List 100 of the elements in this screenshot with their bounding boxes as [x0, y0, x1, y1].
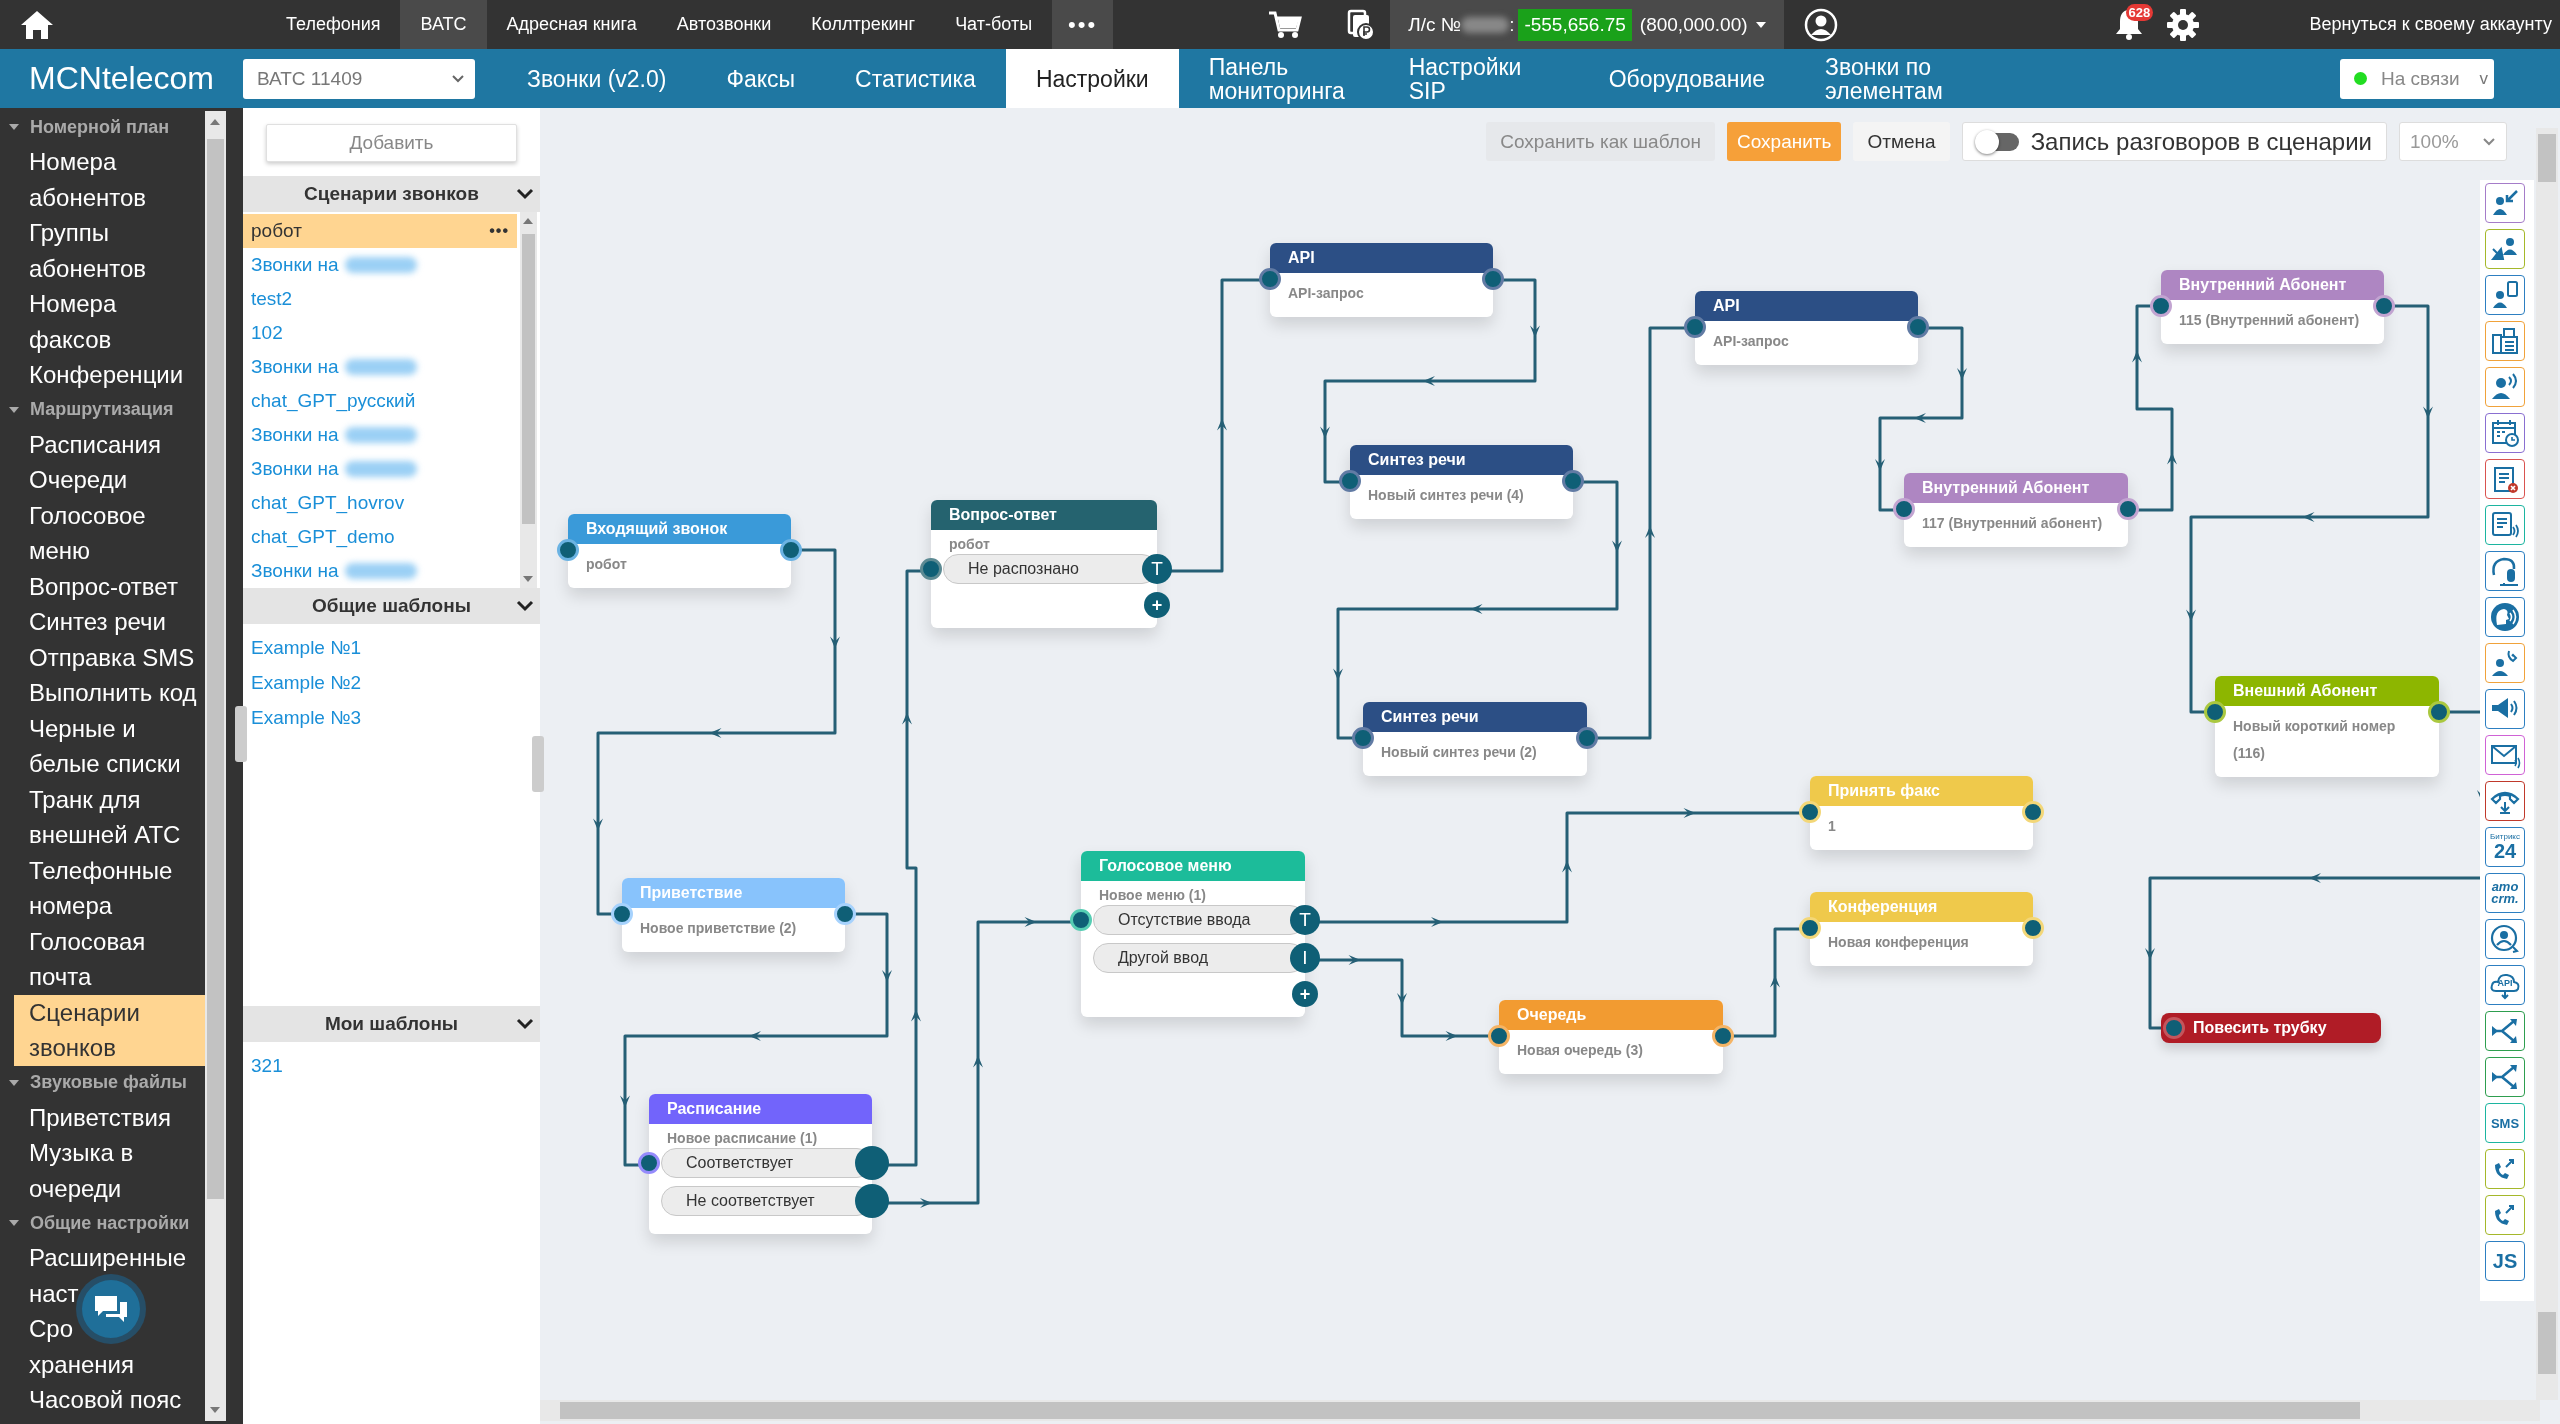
port-handle[interactable]	[1070, 909, 1092, 931]
palette-button[interactable]	[2485, 597, 2525, 637]
node-card[interactable]: Входящий звонок робот	[568, 514, 791, 588]
collapse-handle[interactable]	[532, 736, 544, 792]
node-card[interactable]: Внутренний Абонент 115 (Внутренний абонент)	[2161, 270, 2384, 344]
sidebar-item[interactable]: Вопрос-ответ	[14, 568, 205, 604]
template-item[interactable]: 102	[243, 316, 517, 350]
palette-button[interactable]	[2485, 1057, 2525, 1097]
palette-button[interactable]	[2485, 919, 2525, 959]
node-card[interactable]: Внутренний Абонент 117 (Внутренний абонент)	[1904, 473, 2128, 547]
template-item[interactable]: Звонки на	[243, 248, 517, 282]
scrollbar[interactable]	[520, 212, 537, 588]
group-header[interactable]: Общие шаблоны	[243, 588, 540, 624]
sidebar-item[interactable]: Конференции	[14, 357, 205, 393]
palette-button[interactable]: SMS	[2485, 1103, 2525, 1143]
palette-button[interactable]	[2485, 505, 2525, 545]
port-handle[interactable]	[780, 539, 802, 561]
palette-button[interactable]: JS	[2485, 1241, 2525, 1281]
chevron-icon[interactable]	[516, 187, 534, 200]
port-handle[interactable]	[1482, 268, 1504, 290]
more-button[interactable]: •••	[1052, 0, 1114, 49]
port-handle[interactable]	[920, 558, 942, 580]
return-link[interactable]: Вернуться к своему аккаунту	[2309, 14, 2560, 35]
scrollbar[interactable]	[205, 111, 226, 1421]
port-handle[interactable]	[1339, 470, 1361, 492]
sidebar-item[interactable]: Телефонные номера	[14, 852, 205, 924]
cancel-button[interactable]: Отмена	[1853, 122, 1950, 161]
palette-button[interactable]	[2485, 459, 2525, 499]
port-handle[interactable]: I	[1290, 943, 1320, 973]
sidebar-item[interactable]: Сро хранения	[14, 1311, 205, 1382]
tab[interactable]: Статистика	[825, 49, 1006, 108]
node-card[interactable]: Синтез речи Новый синтез речи (4)	[1350, 445, 1573, 519]
port-handle[interactable]	[1259, 268, 1281, 290]
node-card[interactable]: API API-запрос	[1270, 243, 1493, 317]
port-handle[interactable]	[1907, 316, 1929, 338]
settings-icon[interactable]	[2165, 8, 2200, 42]
port-handle[interactable]	[2428, 701, 2450, 723]
port-handle[interactable]	[611, 903, 633, 925]
nav-tab[interactable]: ВАТС	[400, 0, 487, 49]
sidebar-item[interactable]: Расписания	[14, 426, 205, 462]
template-item[interactable]: Звонки на	[243, 452, 517, 486]
port-handle[interactable]	[2373, 295, 2395, 317]
nav-tab[interactable]: Адресная книга	[486, 0, 657, 49]
port-handle[interactable]	[1352, 727, 1374, 749]
palette-button[interactable]	[2485, 1011, 2525, 1051]
account-menu[interactable]: Л/с № : -555,656.75 (800,000.00)	[1390, 0, 1784, 49]
sidebar-item[interactable]: Синтез речи	[14, 604, 205, 640]
sidebar-item[interactable]: Черные и белые списки	[14, 710, 205, 782]
template-item[interactable]: робот •••	[243, 214, 517, 248]
sidebar-item[interactable]: Часовой пояс	[14, 1382, 205, 1418]
palette-button[interactable]	[2485, 781, 2525, 821]
sidebar-item[interactable]: Очереди	[14, 462, 205, 498]
port-handle[interactable]	[834, 903, 856, 925]
template-item[interactable]: Example №1	[243, 630, 517, 665]
palette-button[interactable]: Битрикс 24	[2485, 827, 2525, 867]
scrollbar[interactable]	[2536, 128, 2558, 1400]
sidebar-item[interactable]: Группы абонентов	[14, 215, 205, 286]
sidebar-item[interactable]: Номера абонентов	[14, 144, 205, 215]
sidebar-item[interactable]: Расширенные наст	[14, 1240, 205, 1311]
scrollbar[interactable]	[540, 1400, 2540, 1421]
add-button[interactable]: +	[1144, 592, 1170, 618]
template-item[interactable]: chat_GPT_русский	[243, 384, 517, 418]
sidebar-item[interactable]: Отправка SMS	[14, 639, 205, 675]
template-item[interactable]: Example №3	[243, 700, 517, 735]
template-item[interactable]: chat_GPT_demo	[243, 520, 517, 554]
chevron-icon[interactable]	[516, 599, 534, 612]
port-handle[interactable]	[1488, 1025, 1510, 1047]
status-dropdown[interactable]: На связи v	[2340, 58, 2494, 99]
node-card[interactable]: Расписание Новое расписание (1) Соответствует Не соответствует	[649, 1094, 872, 1234]
palette-button[interactable]	[2485, 735, 2525, 775]
node-card[interactable]: Конференция Новая конференция	[1810, 892, 2033, 966]
caret-icon[interactable]	[8, 122, 20, 132]
node-pill[interactable]: Повесить трубку	[2161, 1013, 2381, 1043]
nav-tab[interactable]: Автозвонки	[656, 0, 792, 49]
port-handle[interactable]	[1712, 1025, 1734, 1047]
sidebar-item[interactable]: Музыка в очереди	[14, 1135, 205, 1206]
node-card[interactable]: Очередь Новая очередь (3)	[1499, 1000, 1723, 1074]
palette-button[interactable]	[2485, 413, 2525, 453]
palette-button[interactable]	[2485, 183, 2525, 223]
sidebar-item[interactable]: Голосовая почта	[14, 923, 205, 995]
template-item[interactable]: Звонки на	[243, 418, 517, 452]
toggle-switch[interactable]	[1976, 132, 2019, 151]
template-item[interactable]: Звонки на	[243, 350, 517, 384]
palette-button[interactable]	[2485, 1195, 2525, 1235]
palette-button[interactable]	[2485, 275, 2525, 315]
user-icon[interactable]	[1803, 8, 1838, 42]
caret-icon[interactable]	[8, 1077, 20, 1088]
nav-tab[interactable]: Телефония	[266, 0, 401, 49]
palette-button[interactable]	[2485, 367, 2525, 407]
sidebar-item[interactable]: Выполнить код	[14, 675, 205, 711]
caret-icon[interactable]	[8, 404, 20, 415]
template-item[interactable]: chat_GPT_hovrov	[243, 486, 517, 520]
tab[interactable]: Настройки SIP	[1378, 49, 1579, 108]
chevron-icon[interactable]	[516, 1017, 534, 1030]
group-header[interactable]: Сценарии звонков	[243, 176, 540, 212]
template-item[interactable]: Example №2	[243, 665, 517, 700]
caret-icon[interactable]	[8, 1218, 20, 1228]
collapse-handle[interactable]	[235, 706, 247, 762]
node-card[interactable]: API API-запрос	[1695, 291, 1918, 365]
tab[interactable]: Панель мониторинга	[1178, 49, 1379, 108]
